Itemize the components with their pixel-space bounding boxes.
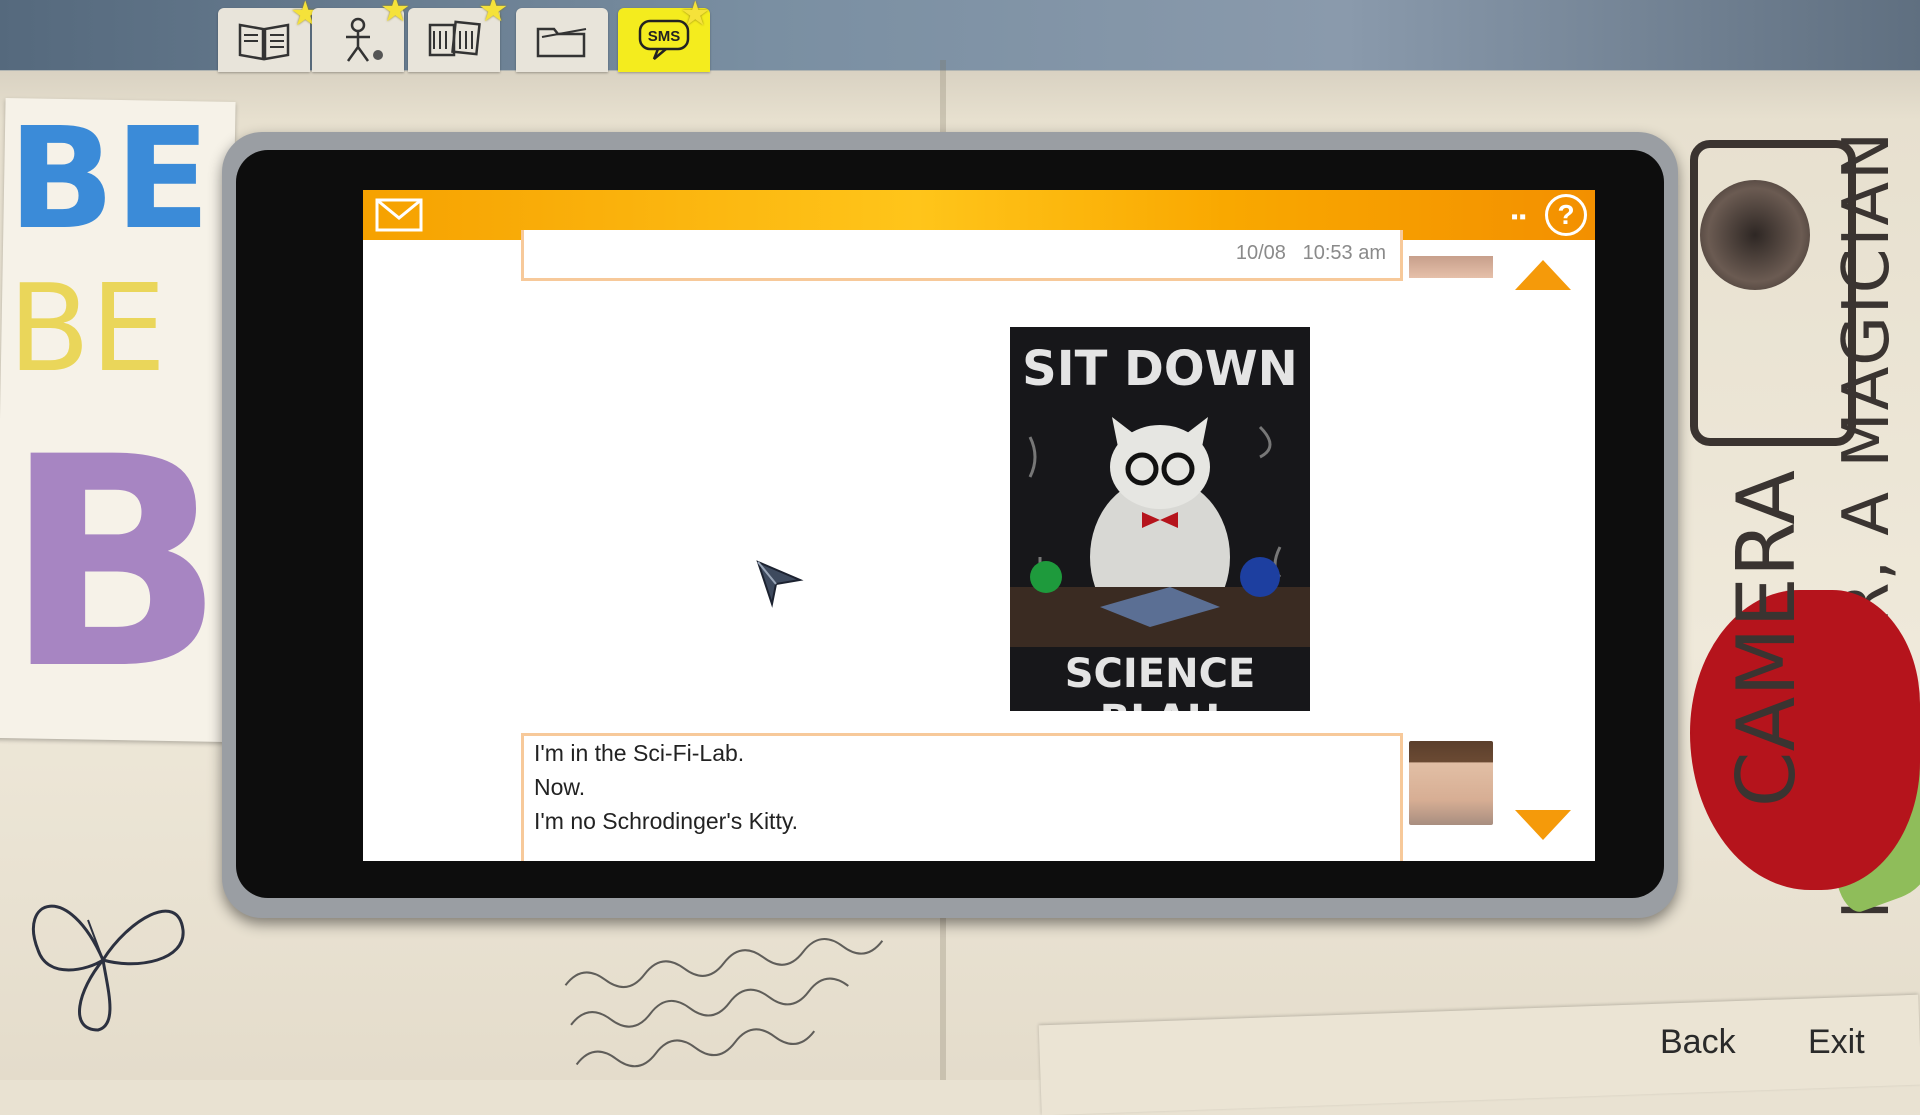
message-time: 10:53 am bbox=[1302, 242, 1386, 264]
scroll-up-arrow-icon[interactable] bbox=[1515, 260, 1571, 290]
message-line: I'm in the Sci-Fi-Lab. bbox=[534, 740, 745, 766]
sender-avatar-current bbox=[1409, 741, 1493, 825]
side-text-camera: CAMERA bbox=[1720, 470, 1813, 808]
sender-avatar-previous bbox=[1409, 256, 1493, 278]
message-date: 10/08 bbox=[1235, 242, 1286, 264]
photos-icon bbox=[428, 20, 481, 57]
message-line: Now. bbox=[534, 774, 586, 800]
envelope-icon bbox=[375, 198, 423, 232]
star-icon: ★ bbox=[680, 0, 711, 33]
paper-plane-cursor-icon bbox=[756, 560, 804, 608]
sticker-be-yellow: BE bbox=[8, 260, 167, 399]
exit-button[interactable]: Exit bbox=[1808, 1023, 1865, 1062]
star-icon: ★ bbox=[380, 0, 411, 29]
message-line: I'm no Schrodinger's Kitty. bbox=[534, 808, 799, 834]
folder-icon bbox=[536, 27, 587, 58]
sms-tab-label: SMS bbox=[648, 28, 681, 45]
poster-title: SIT DOWN bbox=[1022, 341, 1298, 397]
scroll-down-arrow-icon[interactable] bbox=[1515, 810, 1571, 840]
stick-figure-icon bbox=[346, 17, 383, 62]
back-button[interactable]: Back bbox=[1660, 1023, 1736, 1062]
sticker-be-blue: BE bbox=[8, 98, 211, 261]
help-icon[interactable]: ? bbox=[1545, 194, 1587, 236]
butterfly-doodle bbox=[8, 860, 198, 1050]
phone-screen: ▪▪ ? 10/08 10:53 am SIT DOWN SCIENCE BLA… bbox=[363, 190, 1595, 861]
menu-indicator: ▪▪ bbox=[1511, 206, 1528, 228]
previous-message-bubble: 10/08 10:53 am bbox=[521, 230, 1403, 281]
star-icon: ★ bbox=[478, 0, 509, 29]
current-message-bubble: I'm in the Sci-Fi-Lab. Now. I'm no Schro… bbox=[521, 733, 1403, 861]
image-message-science-cat[interactable]: SIT DOWN SCIENCE BLAH bbox=[1010, 327, 1310, 711]
camera-lens-doodle bbox=[1700, 180, 1810, 290]
poster-subtitle: SCIENCE BLAH bbox=[1064, 651, 1256, 711]
cat-scientist-icon bbox=[1010, 417, 1310, 647]
tab-files[interactable] bbox=[516, 8, 608, 72]
book-icon bbox=[238, 23, 290, 61]
message-timestamp: 10/08 10:53 am bbox=[1236, 242, 1386, 265]
